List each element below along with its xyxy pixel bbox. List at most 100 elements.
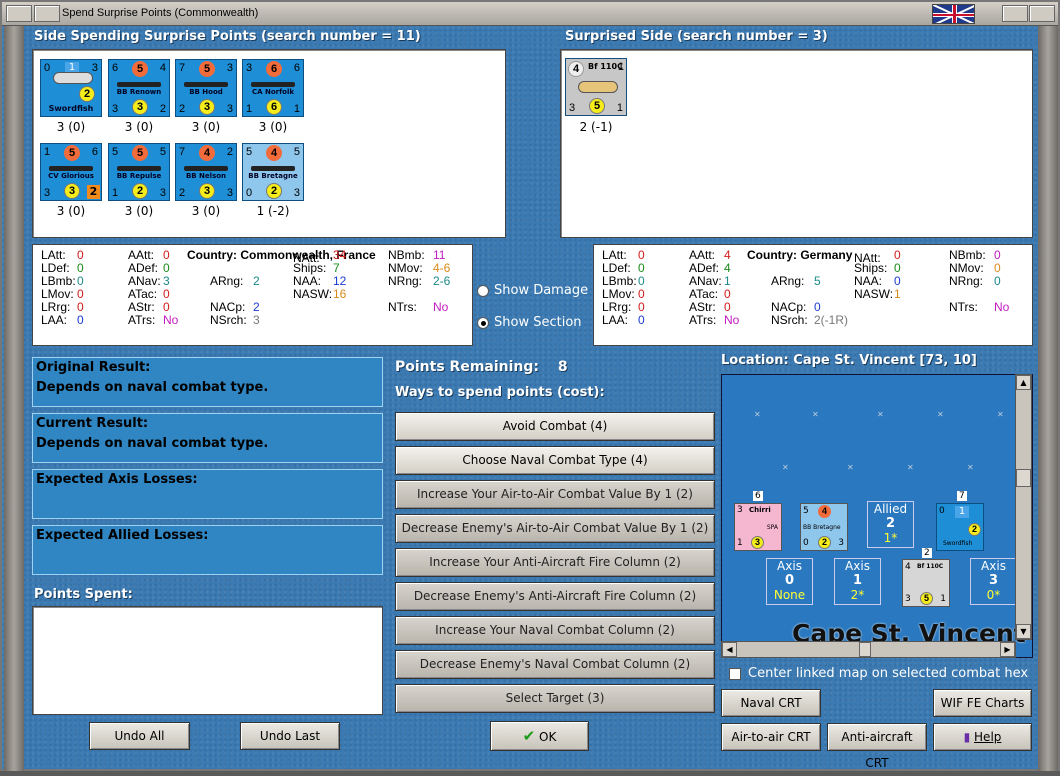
stat-value: 4-6 xyxy=(433,261,451,275)
unit-top-left-value: 4 xyxy=(568,61,584,77)
spend-option-button[interactable]: Avoid Combat (4) xyxy=(395,412,715,441)
unit-name: CV Glorious xyxy=(48,172,94,180)
stat-label: NMov: xyxy=(388,261,423,275)
unit-counter[interactable]: 7 5 3 BB Hood 2 3 3 xyxy=(175,59,237,117)
unit-b3: 1 xyxy=(293,103,300,115)
scroll-thumb[interactable] xyxy=(1016,469,1031,487)
spend-option-button[interactable]: Decrease Enemy's Naval Combat Column (2) xyxy=(395,650,715,679)
wif-fe-charts-button[interactable]: WIF FE Charts xyxy=(933,689,1032,717)
minimize-button[interactable] xyxy=(34,5,60,22)
unit-b1: 3 xyxy=(44,187,51,199)
stat-value: 2 xyxy=(253,274,260,288)
restore-button[interactable] xyxy=(1002,5,1028,22)
unit-b2: 3 xyxy=(199,183,215,199)
spend-option-button[interactable]: Decrease Enemy's Anti-Aircraft Fire Colu… xyxy=(395,582,715,611)
map-unit-b2: 3 xyxy=(751,536,764,549)
show-section-label: Show Section xyxy=(494,315,582,330)
map-vertical-scrollbar[interactable]: ▲ ▼ xyxy=(1015,374,1032,640)
stat-label: LAA: xyxy=(41,313,68,327)
unit-counter-bf110c[interactable]: 4 Bf 110C 1 3 5 1 xyxy=(565,58,627,116)
map-unit-stack-count: 2 xyxy=(922,548,932,558)
stat-value: 2-6 xyxy=(433,274,451,288)
unit-counter[interactable]: 1 5 6 CV Glorious 3 3 2 xyxy=(40,143,102,201)
checkbox-icon[interactable] xyxy=(729,667,741,680)
ok-button[interactable]: ✔ OK xyxy=(490,721,589,751)
map-unit-b2: 2 xyxy=(818,536,831,549)
stat-label: NAA: xyxy=(293,274,322,288)
original-result-box: Original Result: Depends on naval combat… xyxy=(32,357,383,407)
stat-value: 0 xyxy=(163,287,170,301)
unit-counter[interactable]: 5 4 5 BB Bretagne 0 2 3 xyxy=(242,143,304,201)
ship-icon xyxy=(251,166,295,171)
stat-label: AStr: xyxy=(128,300,155,314)
scroll-thumb[interactable] xyxy=(859,642,871,657)
stat-label: LDef: xyxy=(602,261,631,275)
map-horizontal-scrollbar[interactable]: ◀ ▶ xyxy=(721,641,1016,658)
spend-option-button[interactable]: Increase Your Air-to-Air Combat Value By… xyxy=(395,480,715,509)
map-unit-bf110c[interactable]: 4 Bf 110C 3 5 1 xyxy=(902,559,950,607)
map-unit-name: Swordfish xyxy=(943,540,973,547)
spend-option-button[interactable]: Increase Your Anti-Aircraft Fire Column … xyxy=(395,548,715,577)
map-unit-swordfish[interactable]: 0 1 2 Swordfish xyxy=(936,503,984,551)
unit-b3: 2 xyxy=(87,185,100,199)
unit-counter[interactable]: 6 5 4 BB Renown 3 3 2 xyxy=(108,59,170,117)
stat-label: ANav: xyxy=(689,274,722,288)
unit-counter[interactable]: 7 4 2 BB Nelson 2 3 3 xyxy=(175,143,237,201)
unit-b2: 3 xyxy=(64,183,80,199)
stat-label: LAA: xyxy=(602,313,629,327)
original-result-value: Depends on naval combat type. xyxy=(36,380,269,395)
axis-box-title: Axis xyxy=(777,559,802,573)
stat-value: 5 xyxy=(814,274,821,288)
country-label: Country: xyxy=(747,248,797,262)
stat-value: 0 xyxy=(77,274,84,288)
help-button[interactable]: ▮ Help xyxy=(933,723,1032,751)
show-damage-radio[interactable]: Show Damage xyxy=(477,283,588,298)
unit-name: BB Hood xyxy=(189,88,223,96)
stat-value: 0 xyxy=(894,248,901,262)
spend-option-button[interactable]: Choose Naval Combat Type (4) xyxy=(395,446,715,475)
scroll-left-icon[interactable]: ◀ xyxy=(722,642,737,657)
dialog-window: Spend Surprise Points (Commonwealth) Sid… xyxy=(0,0,1060,771)
title-bar: Spend Surprise Points (Commonwealth) xyxy=(2,2,1058,26)
spend-option-button[interactable]: Increase Your Naval Combat Column (2) xyxy=(395,616,715,645)
unit-label: 2 (-1) xyxy=(579,120,613,134)
combat-map[interactable]: ✕ ✕ ✕ ✕ ✕ ✕ ✕ ✕ ✕ 3 Chirri SPA 1 3 6 5 4 BB … xyxy=(721,374,1033,658)
undo-all-button[interactable]: Undo All xyxy=(89,722,190,750)
map-unit-bretagne[interactable]: 5 4 BB Bretagne 0 2 3 xyxy=(800,503,848,551)
close-button[interactable] xyxy=(1029,5,1055,22)
unit-top-mid-value: 5 xyxy=(132,61,148,77)
unit-counter[interactable]: 5 5 5 BB Repulse 1 2 3 xyxy=(108,143,170,201)
spend-option-button[interactable]: Decrease Enemy's Air-to-Air Combat Value… xyxy=(395,514,715,543)
map-unit-value: 0 xyxy=(939,506,945,516)
anti-aircraft-crt-button[interactable]: Anti-aircraft CRT xyxy=(827,723,927,770)
map-unit-chirri[interactable]: 3 Chirri SPA 1 3 xyxy=(734,503,782,551)
unit-counter[interactable]: 0 1 3 2 Swordfish xyxy=(40,59,102,117)
unit-top-mid-value: 4 xyxy=(266,145,282,161)
unit-top-right-value: 1 xyxy=(617,61,624,73)
unit-name: BB Renown xyxy=(116,88,162,96)
show-section-radio[interactable]: Show Section xyxy=(477,315,582,330)
stat-value: 1 xyxy=(894,287,901,301)
scroll-right-icon[interactable]: ▶ xyxy=(1000,642,1015,657)
window-title: Spend Surprise Points (Commonwealth) xyxy=(62,7,259,19)
surprised-side-header: Surprised Side (search number = 3) xyxy=(565,29,828,44)
undo-last-button[interactable]: Undo Last xyxy=(240,722,340,750)
map-unit-b1: 3 xyxy=(905,594,911,604)
unit-counter[interactable]: 3 6 6 CA Norfolk 1 6 1 xyxy=(242,59,304,117)
system-menu-button[interactable] xyxy=(6,5,32,22)
naval-crt-button[interactable]: Naval CRT xyxy=(721,689,821,717)
unit-label: 3 (0) xyxy=(191,120,221,134)
spend-option-button[interactable]: Select Target (3) xyxy=(395,684,715,713)
points-spent-list[interactable] xyxy=(32,606,383,715)
unit-b1: 0 xyxy=(246,187,253,199)
stat-value: 0 xyxy=(994,274,1001,288)
center-map-checkbox[interactable]: Center linked map on selected combat hex xyxy=(729,666,1028,681)
stat-value: 7 xyxy=(333,261,340,275)
stat-label: NASW: xyxy=(854,287,894,301)
air-to-air-crt-button[interactable]: Air-to-air CRT xyxy=(721,723,821,751)
scroll-down-icon[interactable]: ▼ xyxy=(1016,624,1031,639)
help-label: Help xyxy=(974,730,1002,744)
scroll-up-icon[interactable]: ▲ xyxy=(1016,375,1031,390)
ship-icon xyxy=(251,82,295,87)
map-unit-b2: 5 xyxy=(920,592,933,605)
